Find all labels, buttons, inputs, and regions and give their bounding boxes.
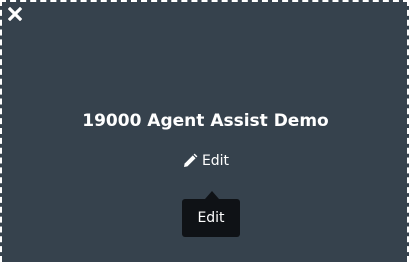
tile-panel: 19000 Agent Assist Demo Edit Edit	[0, 0, 409, 262]
tile-title: 19000 Agent Assist Demo	[82, 111, 329, 131]
close-button[interactable]	[8, 7, 34, 33]
close-icon	[8, 7, 22, 21]
tooltip-text: Edit	[197, 210, 225, 226]
edit-tooltip: Edit	[182, 199, 240, 237]
edit-label: Edit	[201, 153, 230, 169]
pencil-icon	[183, 153, 198, 167]
tooltip-arrow	[205, 191, 219, 199]
edit-link[interactable]: Edit	[2, 153, 409, 169]
